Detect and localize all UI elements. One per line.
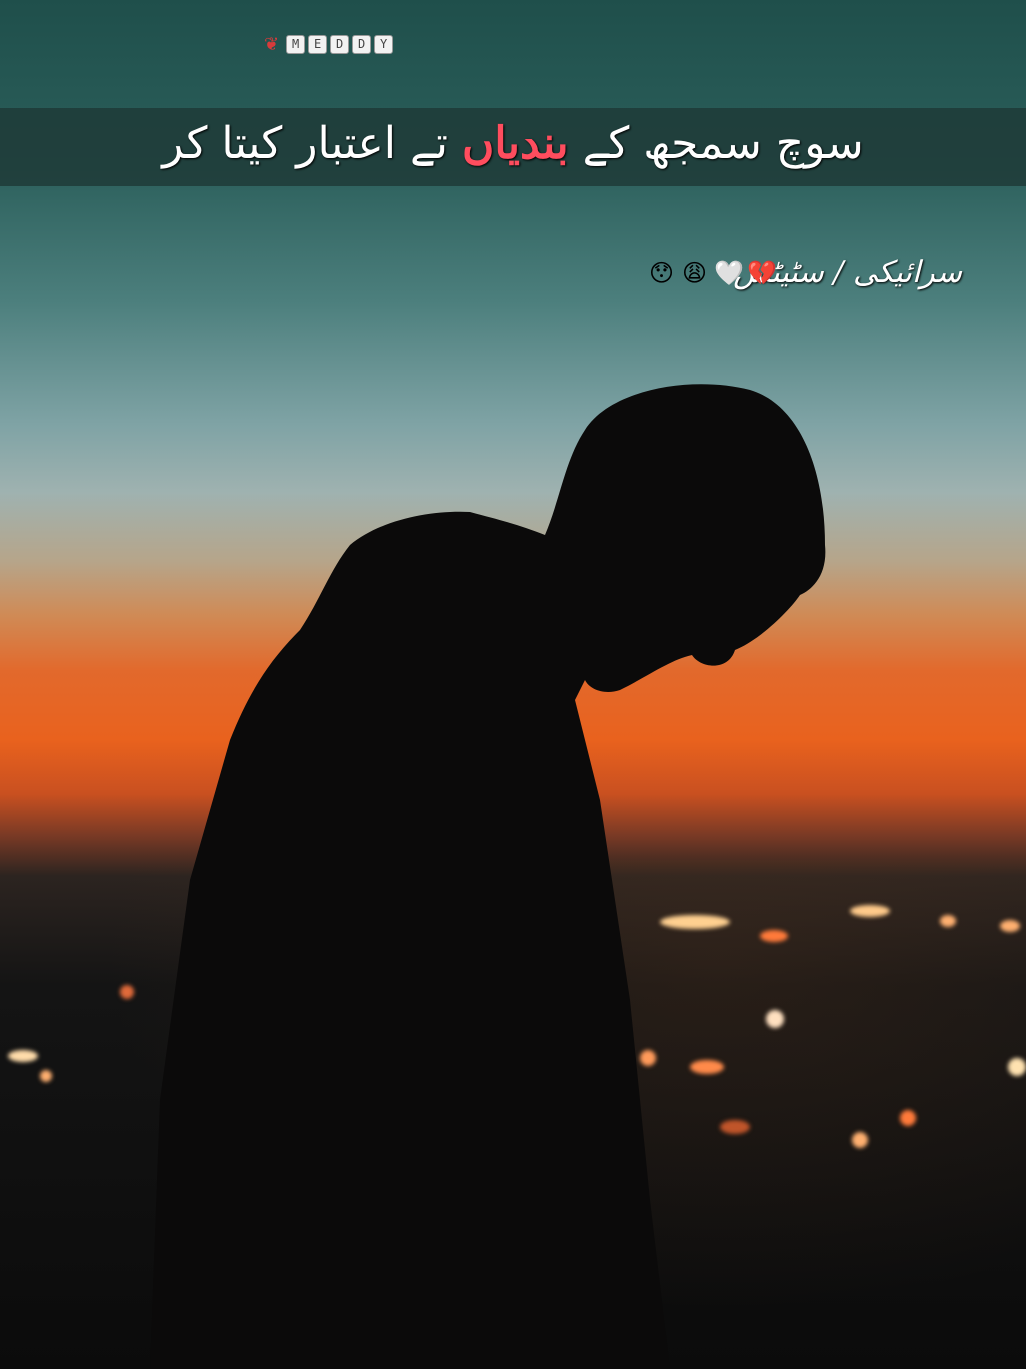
- sunset-background: [0, 0, 1026, 1369]
- rose-icon: ❦: [264, 34, 280, 55]
- silhouette-man: [150, 384, 826, 1369]
- brand-letter: Y: [374, 35, 394, 54]
- title-part-1: سوچ سمجھ کے: [582, 118, 864, 169]
- weary-face-icon: 😩: [681, 259, 708, 287]
- title-part-2: تے اعتبار کیتا کر: [162, 118, 448, 169]
- title-highlight: بندیاں: [462, 118, 569, 169]
- brand-letter: D: [352, 35, 372, 54]
- brand-letter: D: [330, 35, 350, 54]
- emoji-row: 😯 😩 🤍 💔: [648, 259, 777, 287]
- brand-letter: E: [308, 35, 328, 54]
- surprised-face-icon: 😯: [648, 259, 675, 287]
- brand-letter: M: [286, 35, 306, 54]
- poetry-title: سوچ سمجھ کے بندیاں تے اعتبار کیتا کر: [0, 118, 1026, 169]
- white-heart-icon: 🤍: [714, 259, 744, 287]
- broken-heart-icon: 💔: [747, 259, 777, 287]
- brand-watermark: ❦ M E D D Y: [264, 34, 394, 55]
